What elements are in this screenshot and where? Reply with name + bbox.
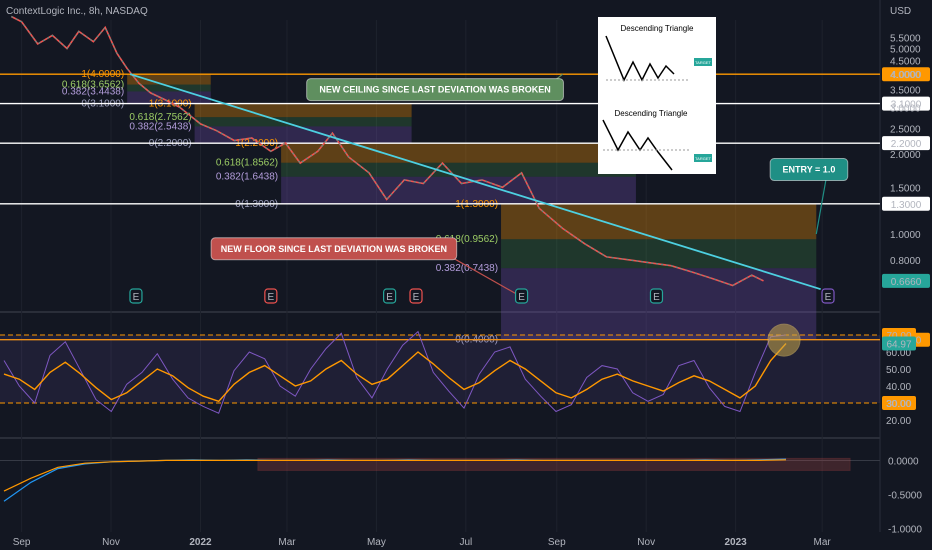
price-y-tick-label: 3.0000 <box>890 103 921 114</box>
x-tick-label: Jul <box>459 537 472 548</box>
callout-text: ENTRY = 1.0 <box>783 165 836 175</box>
level-price-tag-text: 2.2000 <box>891 139 922 150</box>
fib-zone <box>281 143 636 163</box>
chart-svg[interactable]: ContextLogic Inc., 8h, NASDAQ USD Sep Nov 20… <box>0 0 932 550</box>
fib-level-label: 0.382(1.6438) <box>216 172 278 183</box>
inset-target-bottom-label: TARGET <box>695 156 711 161</box>
x-tick-label: 2023 <box>725 537 748 548</box>
earnings-event-marker-label: E <box>825 292 832 303</box>
chart-area[interactable]: ContextLogic Inc., 8h, NASDAQ USD Sep Nov 20… <box>0 0 932 550</box>
inset-target-top-label: TARGET <box>695 60 711 65</box>
inset-title-top: Descending Triangle <box>621 24 694 33</box>
earnings-event-marker-label: E <box>653 292 660 303</box>
price-y-tick-label: 4.0000 <box>890 70 921 81</box>
inset-title-bottom: Descending Triangle <box>615 109 688 118</box>
rsi-current-tag-text: 64.97 <box>886 340 911 351</box>
callout-text: NEW CEILING SINCE LAST DEVIATION WAS BRO… <box>319 85 550 95</box>
fib-level-label: 0.382(3.4438) <box>62 86 124 97</box>
x-tick-label: Nov <box>102 537 120 548</box>
macd-y-tick-label: -0.5000 <box>888 491 922 502</box>
price-y-tick-label: 5.5000 <box>890 33 921 44</box>
price-y-tick-label: 2.0000 <box>890 150 921 161</box>
price-y-tick-label: 3.5000 <box>890 86 921 97</box>
price-y-tick-label: 1.5000 <box>890 183 921 194</box>
fib-zone <box>194 103 412 118</box>
x-tick-label: Mar <box>278 537 296 548</box>
fib-zone <box>194 117 412 127</box>
rsi-y-tick-label: 40.00 <box>886 382 911 393</box>
earnings-event-marker-label: E <box>386 292 393 303</box>
callout-text: NEW FLOOR SINCE LAST DEVIATION WAS BROKE… <box>221 244 447 254</box>
x-tick-label: 2022 <box>189 537 212 548</box>
rsi-y-tick-label: 20.00 <box>886 416 911 427</box>
earnings-event-marker-label: E <box>518 292 525 303</box>
fib-level-label: 0.382(0.7438) <box>436 263 498 274</box>
fib-level-label: 0.382(2.5438) <box>129 121 191 132</box>
x-tick-label: May <box>367 537 386 548</box>
macd-y-tick-label: -1.0000 <box>888 525 922 536</box>
last-price-tag-text: 0.6660 <box>891 277 922 288</box>
x-tick-label: Mar <box>814 537 832 548</box>
price-y-tick-label: 2.5000 <box>890 124 921 135</box>
price-y-tick-label: 5.0000 <box>890 44 921 55</box>
fib-zone <box>501 203 817 240</box>
fib-zone <box>281 162 636 177</box>
rsi-y-tick-label: 30.00 <box>886 399 911 410</box>
x-tick-label: Nov <box>637 537 655 548</box>
rsi-highlight-circle <box>767 323 801 357</box>
earnings-event-marker-label: E <box>268 292 275 303</box>
price-y-tick-label: 0.8000 <box>890 256 921 267</box>
x-tick-label: Sep <box>13 537 31 548</box>
fib-zone <box>501 268 817 340</box>
macd-y-tick-label: 0.0000 <box>888 456 919 467</box>
symbol-title: ContextLogic Inc., 8h, NASDAQ <box>6 6 148 17</box>
rsi-y-tick-label: 50.00 <box>886 365 911 376</box>
earnings-event-marker-label: E <box>133 292 140 303</box>
x-tick-label: Sep <box>548 537 566 548</box>
currency-label: USD <box>890 6 911 17</box>
price-y-tick-label: 4.5000 <box>890 57 921 68</box>
level-price-tag-text: 1.3000 <box>891 200 922 211</box>
price-y-tick-label: 1.0000 <box>890 230 921 241</box>
earnings-event-marker-label: E <box>413 292 420 303</box>
fib-level-label: 0.618(1.8562) <box>216 158 278 169</box>
